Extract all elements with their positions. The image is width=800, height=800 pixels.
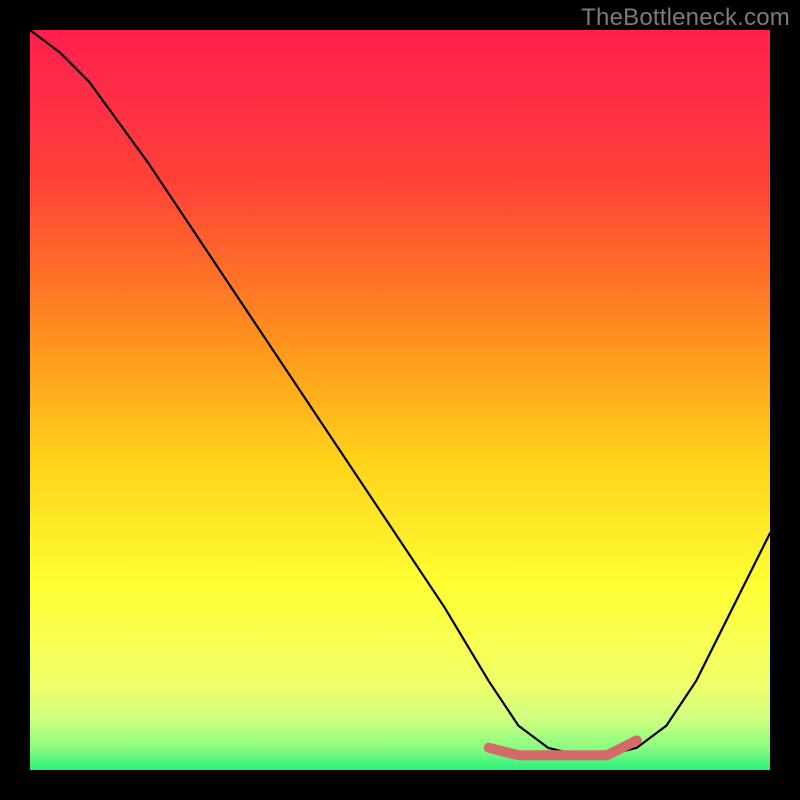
gradient-rect [30, 30, 770, 770]
chart-svg [30, 30, 770, 770]
watermark-text: TheBottleneck.com [581, 4, 790, 32]
chart-frame: TheBottleneck.com [0, 0, 800, 800]
plot-area [30, 30, 770, 770]
